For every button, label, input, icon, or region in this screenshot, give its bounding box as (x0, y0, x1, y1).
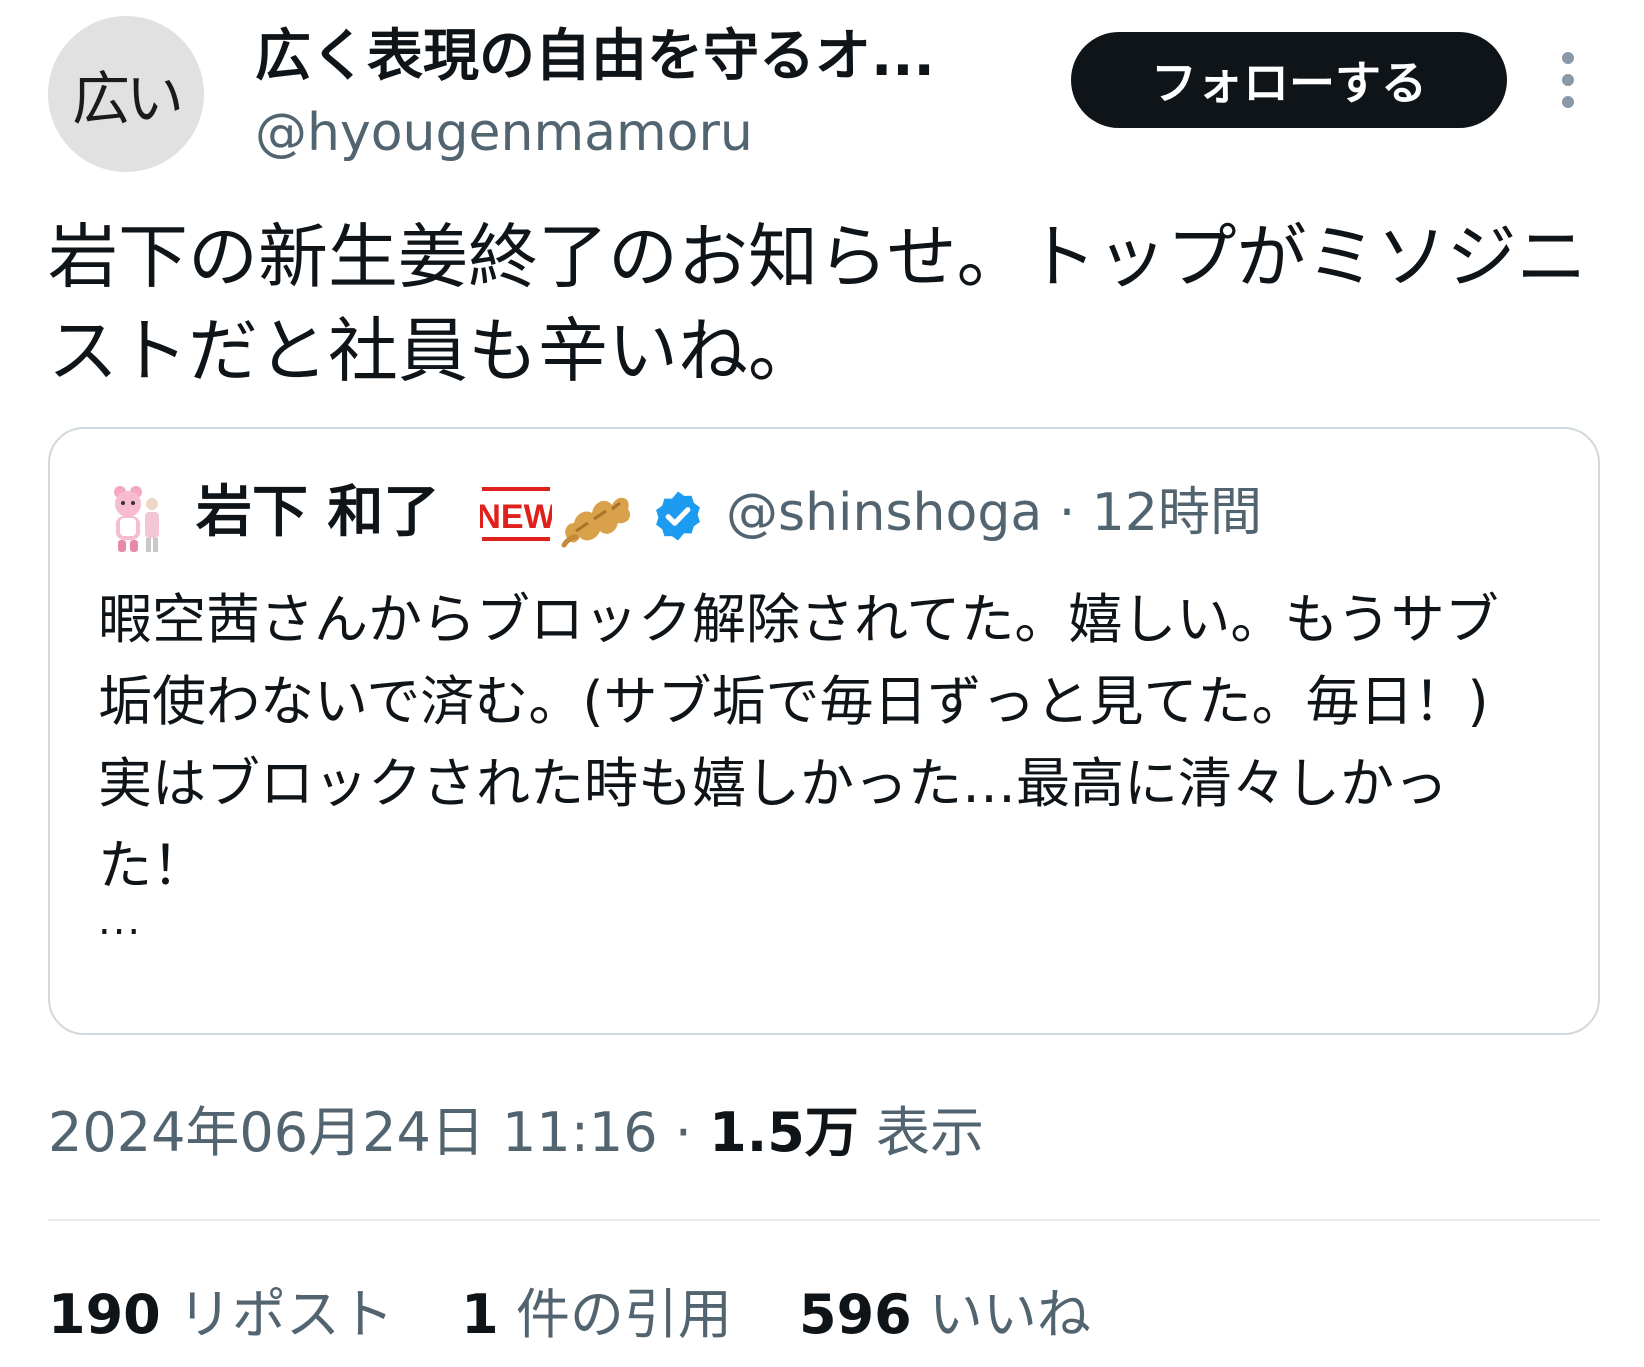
verified-badge-icon (656, 491, 700, 541)
ginger-icon (561, 497, 631, 548)
likes-label: いいね (911, 1283, 1091, 1346)
quote-handle-time[interactable]: @shinshoga · 12時間 (726, 475, 1262, 551)
follow-button[interactable]: フォローする (1071, 32, 1507, 128)
quote-display-name[interactable]: 岩下 和了 (196, 475, 440, 551)
quotes-count: 1 (461, 1283, 499, 1346)
meta-separator: · (657, 1101, 710, 1164)
quotes-label: 件の引用 (498, 1283, 732, 1346)
character-avatar-icon[interactable] (100, 482, 164, 554)
likes-count: 596 (799, 1283, 912, 1346)
quotes-stat[interactable]: 1 件の引用 (461, 1283, 732, 1346)
author-avatar[interactable]: 広い (48, 16, 204, 172)
reposts-stat[interactable]: 190 リポスト (48, 1283, 394, 1346)
new-badge-icon: NEW (480, 487, 552, 541)
author-handle[interactable]: @hyougenmamoru (255, 100, 753, 166)
avatar-text: 広い (71, 65, 184, 133)
quoted-tweet-card[interactable]: 岩下 和了 NEW @shinshoga · 12時間 暇空茜さんからブロック解… (48, 427, 1600, 1035)
tweet-detail: 広い 広く表現の自由を守るオ... @hyougenmamoru フォローする … (0, 0, 1644, 1367)
divider (48, 1219, 1600, 1221)
quote-text: 暇空茜さんからブロック解除されてた。嬉しい。もうサブ垢使わないで済む。(サブ垢で… (98, 588, 1499, 897)
timestamp[interactable]: 2024年06月24日 11:16 (48, 1101, 658, 1164)
views-count: 1.5万 (709, 1101, 859, 1164)
views-label: 表示 (858, 1101, 984, 1164)
quote-ellipsis: ... (98, 898, 143, 944)
tweet-text: 岩下の新生姜終了のお知らせ。トップがミソジニストだと社員も辛いね。 (48, 216, 1587, 392)
tweet-stats: 190 リポスト 1 件の引用 596 いいね (48, 1277, 1141, 1353)
more-vertical-icon[interactable] (1556, 52, 1580, 108)
likes-stat[interactable]: 596 いいね (799, 1283, 1091, 1346)
reposts-label: リポスト (160, 1283, 394, 1346)
new-badge-text: NEW (480, 498, 552, 536)
reposts-count: 190 (48, 1283, 161, 1346)
tweet-meta: 2024年06月24日 11:16 · 1.5万 表示 (48, 1095, 984, 1171)
author-display-name[interactable]: 広く表現の自由を守るオ... (255, 22, 935, 92)
